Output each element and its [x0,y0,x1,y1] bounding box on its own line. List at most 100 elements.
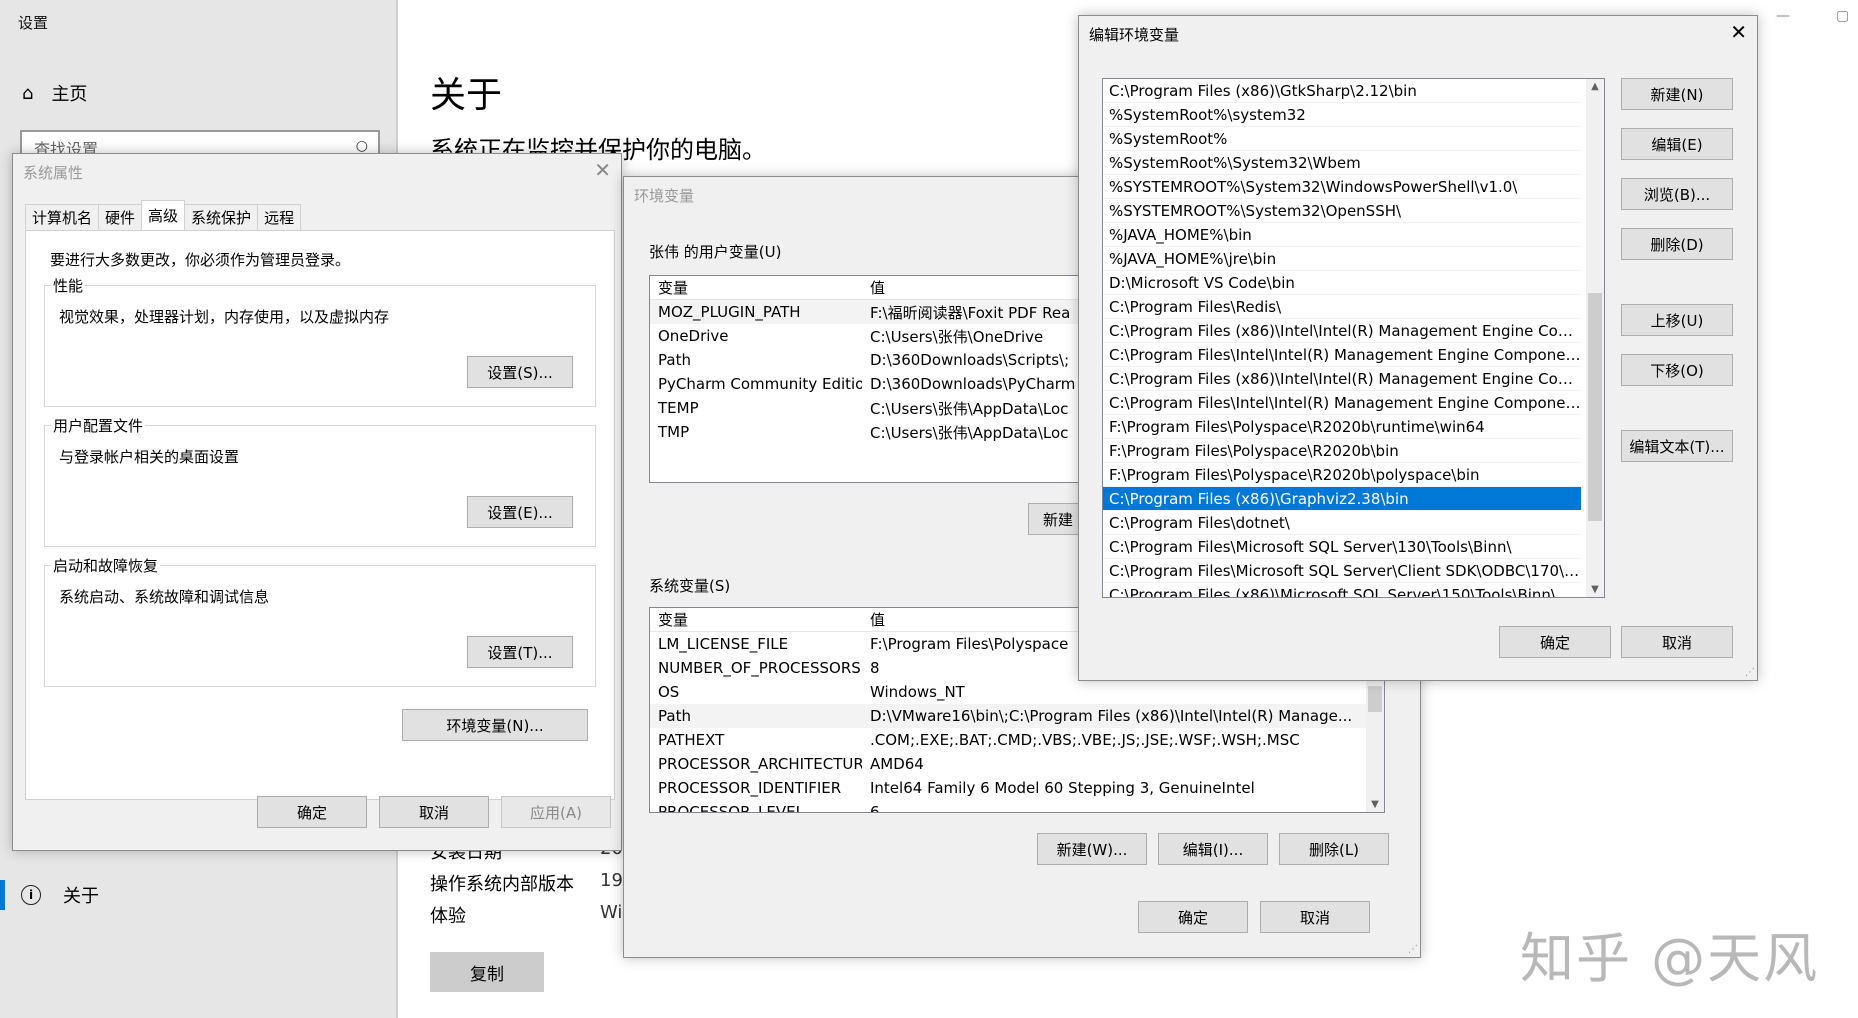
path-list-item[interactable]: C:\Program Files (x86)\Graphviz2.38\bin [1103,487,1581,511]
new-button[interactable]: 新建(N) [1621,78,1733,110]
admin-note: 要进行大多数更改，你必须作为管理员登录。 [50,251,351,269]
path-rows: C:\Program Files (x86)\GtkSharp\2.12\bin… [1103,79,1604,597]
path-list-item[interactable]: C:\Program Files (x86)\Microsoft SQL Ser… [1103,583,1581,597]
system-edit-button[interactable]: 编辑(I)... [1158,833,1268,865]
copy-button[interactable]: 复制 [430,952,544,992]
ok-button[interactable]: 确定 [1499,626,1611,658]
var-name: Path [658,351,691,369]
chevron-down-icon[interactable]: ▼ [1586,584,1604,595]
path-list-item[interactable]: %SystemRoot%\System32\Wbem [1103,151,1581,175]
path-list-item[interactable]: F:\Program Files\Polyspace\R2020b\bin [1103,439,1581,463]
group-startup-recovery: 启动和故障恢复 系统启动、系统故障和调试信息 设置(T)... [44,555,596,687]
var-name: MOZ_PLUGIN_PATH [658,303,801,321]
ok-button[interactable]: 确定 [1138,901,1248,933]
nav-selection-indicator [0,880,5,910]
startup-recovery-settings-button[interactable]: 设置(T)... [467,636,573,668]
var-name: LM_LICENSE_FILE [658,635,789,653]
scroll-thumb[interactable] [1368,686,1382,712]
nav-home[interactable]: ⌂ 主页 [22,80,87,106]
list-row[interactable]: PATHEXT .COM;.EXE;.BAT;.CMD;.VBS;.VBE;.JS… [650,728,1384,752]
var-name: PROCESSOR_ARCHITECTURE [658,755,862,773]
dialog-title: 编辑环境变量 [1089,26,1180,44]
move-down-button[interactable]: 下移(O) [1621,354,1733,386]
list-row[interactable]: Path D:\VMware16\bin\;C:\Program Files (x… [650,704,1384,728]
cancel-button[interactable]: 取消 [1260,901,1370,933]
group-description: 系统启动、系统故障和调试信息 [59,588,270,606]
scroll-thumb[interactable] [1588,293,1602,521]
list-row[interactable]: OS Windows_NT [650,680,1384,704]
path-list[interactable]: C:\Program Files (x86)\GtkSharp\2.12\bin… [1102,78,1605,598]
nav-home-label: 主页 [51,84,88,105]
spec-value: Wi [600,902,623,923]
list-row[interactable]: PROCESSOR_IDENTIFIER Intel64 Family 6 Mod… [650,776,1384,800]
group-description: 视觉效果，处理器计划，内存使用，以及虚拟内存 [59,308,390,326]
var-value: Intel64 Family 6 Model 60 Stepping 3, Ge… [870,779,1255,797]
system-delete-button[interactable]: 删除(L) [1279,833,1389,865]
path-list-item[interactable]: %JAVA_HOME%\jre\bin [1103,247,1581,271]
col-value[interactable]: 值 [862,609,885,630]
path-list-item[interactable]: %SystemRoot% [1103,127,1581,151]
close-icon[interactable]: ✕ [1730,20,1747,44]
cancel-button[interactable]: 取消 [379,796,489,828]
path-list-item[interactable]: C:\Program Files\Microsoft SQL Server\Cl… [1103,559,1581,583]
nav-about[interactable]: i 关于 [0,878,398,912]
var-name: TEMP [658,399,699,417]
col-variable[interactable]: 变量 [650,609,862,630]
tab-computer-name[interactable]: 计算机名 [25,204,100,230]
delete-button[interactable]: 删除(D) [1621,228,1733,260]
tab-remote[interactable]: 远程 [257,204,302,230]
system-new-button[interactable]: 新建(W)... [1037,833,1147,865]
move-up-button[interactable]: 上移(U) [1621,304,1733,336]
path-list-item[interactable]: %SYSTEMROOT%\System32\WindowsPowerShell\… [1103,175,1581,199]
tab-advanced[interactable]: 高级 [141,200,186,230]
path-list-item[interactable]: C:\Program Files (x86)\Intel\Intel(R) Ma… [1103,319,1581,343]
ok-button[interactable]: 确定 [257,796,367,828]
edit-button[interactable]: 编辑(E) [1621,128,1733,160]
path-list-item[interactable]: C:\Program Files\dotnet\ [1103,511,1581,535]
apply-button[interactable]: 应用(A) [501,796,611,828]
col-value[interactable]: 值 [862,277,885,298]
col-variable[interactable]: 变量 [650,277,862,298]
path-list-item[interactable]: %SystemRoot%\system32 [1103,103,1581,127]
var-name: OneDrive [658,327,729,345]
dialog-title: 环境变量 [634,187,695,205]
var-value: D:\360Downloads\Scripts\; [870,351,1070,369]
group-user-profiles: 用户配置文件 与登录帐户相关的桌面设置 设置(E)... [44,415,596,547]
path-list-item[interactable]: C:\Program Files\Intel\Intel(R) Manageme… [1103,391,1581,415]
path-list-item[interactable]: F:\Program Files\Polyspace\R2020b\polysp… [1103,463,1581,487]
var-name: PROCESSOR_IDENTIFIER [658,779,842,797]
performance-settings-button[interactable]: 设置(S)... [467,356,573,388]
path-list-item[interactable]: C:\Program Files\Intel\Intel(R) Manageme… [1103,343,1581,367]
maximize-button[interactable]: ▢ [1836,8,1849,24]
list-row[interactable]: PROCESSOR_ARCHITECTURE AMD64 [650,752,1384,776]
user-profiles-settings-button[interactable]: 设置(E)... [467,496,573,528]
var-value: C:\Users\张伟\OneDrive [870,327,1044,346]
path-list-item[interactable]: C:\Program Files (x86)\Intel\Intel(R) Ma… [1103,367,1581,391]
spec-row: 操作系统内部版本 190 [430,870,634,896]
tab-system-protection[interactable]: 系统保护 [184,204,259,230]
path-list-scrollbar[interactable]: ▲ ▼ [1586,79,1604,597]
path-list-item[interactable]: %JAVA_HOME%\bin [1103,223,1581,247]
path-list-item[interactable]: C:\Program Files\Microsoft SQL Server\13… [1103,535,1581,559]
var-name: PROCESSOR_LEVEL [658,803,804,813]
page-title: 关于 [430,75,503,116]
path-list-item[interactable]: D:\Microsoft VS Code\bin [1103,271,1581,295]
environment-variables-button[interactable]: 环境变量(N)... [402,709,588,741]
path-list-item[interactable]: C:\Program Files\Redis\ [1103,295,1581,319]
info-icon: i [21,885,41,905]
chevron-up-icon[interactable]: ▲ [1586,81,1604,92]
resize-grip-icon[interactable]: ⋰ [1408,944,1418,955]
cancel-button[interactable]: 取消 [1621,626,1733,658]
tab-hardware[interactable]: 硬件 [98,204,143,230]
close-icon[interactable]: ✕ [594,158,611,182]
chevron-down-icon[interactable]: ▼ [1366,799,1384,810]
path-list-item[interactable]: F:\Program Files\Polyspace\R2020b\runtim… [1103,415,1581,439]
edit-text-button[interactable]: 编辑文本(T)... [1621,430,1733,462]
list-row[interactable]: PROCESSOR_LEVEL 6 [650,800,1384,813]
minimize-button[interactable]: — [1776,8,1790,24]
browse-button[interactable]: 浏览(B)... [1621,178,1733,210]
path-list-item[interactable]: C:\Program Files (x86)\GtkSharp\2.12\bin [1103,79,1581,103]
path-list-item[interactable]: %SYSTEMROOT%\System32\OpenSSH\ [1103,199,1581,223]
system-properties-dialog: 系统属性 ✕ 计算机名 硬件 高级 系统保护 远程 要进行大多数更改，你必须作为… [12,153,622,851]
resize-grip-icon[interactable]: ⋰ [1745,667,1755,678]
